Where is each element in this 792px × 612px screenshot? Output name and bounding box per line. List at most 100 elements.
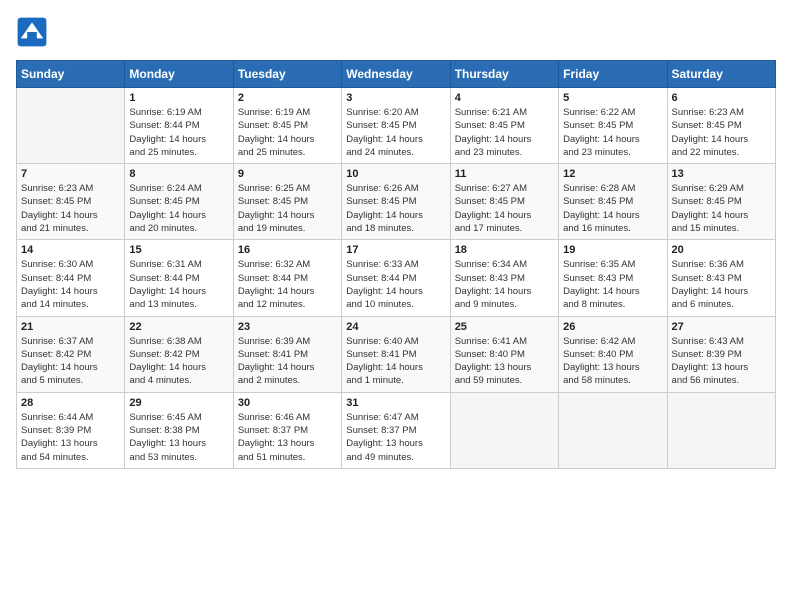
calendar-cell: 26 Sunrise: 6:42 AM Sunset: 8:40 PM Dayli… [559, 316, 667, 392]
day-number: 25 [455, 321, 554, 333]
day-number: 10 [346, 168, 445, 180]
day-number: 23 [238, 321, 337, 333]
day-info: Sunrise: 6:31 AM Sunset: 8:44 PM Dayligh… [129, 258, 228, 311]
day-info: Sunrise: 6:40 AM Sunset: 8:41 PM Dayligh… [346, 335, 445, 388]
day-info: Sunrise: 6:44 AM Sunset: 8:39 PM Dayligh… [21, 411, 120, 464]
calendar-body: 1 Sunrise: 6:19 AM Sunset: 8:44 PM Daylig… [17, 88, 776, 469]
calendar-cell: 4 Sunrise: 6:21 AM Sunset: 8:45 PM Daylig… [450, 88, 558, 164]
day-number: 1 [129, 92, 228, 104]
header-row: SundayMondayTuesdayWednesdayThursdayFrid… [17, 61, 776, 88]
calendar-cell: 24 Sunrise: 6:40 AM Sunset: 8:41 PM Dayli… [342, 316, 450, 392]
day-info: Sunrise: 6:19 AM Sunset: 8:44 PM Dayligh… [129, 106, 228, 159]
calendar-header: SundayMondayTuesdayWednesdayThursdayFrid… [17, 61, 776, 88]
header-cell-wednesday: Wednesday [342, 61, 450, 88]
day-info: Sunrise: 6:21 AM Sunset: 8:45 PM Dayligh… [455, 106, 554, 159]
calendar-cell: 20 Sunrise: 6:36 AM Sunset: 8:43 PM Dayli… [667, 240, 775, 316]
header-cell-sunday: Sunday [17, 61, 125, 88]
day-number: 4 [455, 92, 554, 104]
day-info: Sunrise: 6:25 AM Sunset: 8:45 PM Dayligh… [238, 182, 337, 235]
day-number: 18 [455, 244, 554, 256]
day-number: 29 [129, 397, 228, 409]
day-info: Sunrise: 6:23 AM Sunset: 8:45 PM Dayligh… [21, 182, 120, 235]
day-info: Sunrise: 6:38 AM Sunset: 8:42 PM Dayligh… [129, 335, 228, 388]
day-info: Sunrise: 6:20 AM Sunset: 8:45 PM Dayligh… [346, 106, 445, 159]
calendar-cell: 12 Sunrise: 6:28 AM Sunset: 8:45 PM Dayli… [559, 164, 667, 240]
page-header [16, 16, 776, 48]
day-info: Sunrise: 6:26 AM Sunset: 8:45 PM Dayligh… [346, 182, 445, 235]
calendar-cell [450, 392, 558, 468]
calendar-cell: 29 Sunrise: 6:45 AM Sunset: 8:38 PM Dayli… [125, 392, 233, 468]
calendar-cell: 9 Sunrise: 6:25 AM Sunset: 8:45 PM Daylig… [233, 164, 341, 240]
day-number: 14 [21, 244, 120, 256]
day-number: 3 [346, 92, 445, 104]
calendar-cell: 25 Sunrise: 6:41 AM Sunset: 8:40 PM Dayli… [450, 316, 558, 392]
calendar-cell: 27Sunrise: 6:43 AM Sunset: 8:39 PM Dayli… [667, 316, 775, 392]
day-info: Sunrise: 6:22 AM Sunset: 8:45 PM Dayligh… [563, 106, 662, 159]
day-number: 19 [563, 244, 662, 256]
day-number: 24 [346, 321, 445, 333]
day-number: 9 [238, 168, 337, 180]
header-cell-thursday: Thursday [450, 61, 558, 88]
calendar-week-2: 7 Sunrise: 6:23 AM Sunset: 8:45 PM Daylig… [17, 164, 776, 240]
calendar-cell: 17 Sunrise: 6:33 AM Sunset: 8:44 PM Dayli… [342, 240, 450, 316]
calendar-cell: 1 Sunrise: 6:19 AM Sunset: 8:44 PM Daylig… [125, 88, 233, 164]
day-info: Sunrise: 6:28 AM Sunset: 8:45 PM Dayligh… [563, 182, 662, 235]
calendar-week-3: 14 Sunrise: 6:30 AM Sunset: 8:44 PM Dayli… [17, 240, 776, 316]
day-number: 15 [129, 244, 228, 256]
day-number: 26 [563, 321, 662, 333]
day-info: Sunrise: 6:47 AM Sunset: 8:37 PM Dayligh… [346, 411, 445, 464]
day-number: 11 [455, 168, 554, 180]
calendar-cell: 22Sunrise: 6:38 AM Sunset: 8:42 PM Dayli… [125, 316, 233, 392]
calendar-cell: 15 Sunrise: 6:31 AM Sunset: 8:44 PM Dayli… [125, 240, 233, 316]
day-info: Sunrise: 6:45 AM Sunset: 8:38 PM Dayligh… [129, 411, 228, 464]
day-number: 6 [672, 92, 771, 104]
day-info: Sunrise: 6:36 AM Sunset: 8:43 PM Dayligh… [672, 258, 771, 311]
calendar-cell: 13 Sunrise: 6:29 AM Sunset: 8:45 PM Dayli… [667, 164, 775, 240]
calendar-cell: 19Sunrise: 6:35 AM Sunset: 8:43 PM Dayli… [559, 240, 667, 316]
day-number: 30 [238, 397, 337, 409]
day-number: 31 [346, 397, 445, 409]
day-number: 21 [21, 321, 120, 333]
day-info: Sunrise: 6:27 AM Sunset: 8:45 PM Dayligh… [455, 182, 554, 235]
calendar-cell: 21 Sunrise: 6:37 AM Sunset: 8:42 PM Dayli… [17, 316, 125, 392]
calendar-week-1: 1 Sunrise: 6:19 AM Sunset: 8:44 PM Daylig… [17, 88, 776, 164]
day-info: Sunrise: 6:33 AM Sunset: 8:44 PM Dayligh… [346, 258, 445, 311]
day-number: 28 [21, 397, 120, 409]
day-info: Sunrise: 6:46 AM Sunset: 8:37 PM Dayligh… [238, 411, 337, 464]
day-info: Sunrise: 6:41 AM Sunset: 8:40 PM Dayligh… [455, 335, 554, 388]
calendar-cell [559, 392, 667, 468]
calendar-cell: 28 Sunrise: 6:44 AM Sunset: 8:39 PM Dayli… [17, 392, 125, 468]
calendar-cell: 31 Sunrise: 6:47 AM Sunset: 8:37 PM Dayli… [342, 392, 450, 468]
day-number: 12 [563, 168, 662, 180]
day-info: Sunrise: 6:39 AM Sunset: 8:41 PM Dayligh… [238, 335, 337, 388]
calendar-cell: 11 Sunrise: 6:27 AM Sunset: 8:45 PM Dayli… [450, 164, 558, 240]
calendar-cell [667, 392, 775, 468]
day-number: 13 [672, 168, 771, 180]
day-info: Sunrise: 6:24 AM Sunset: 8:45 PM Dayligh… [129, 182, 228, 235]
day-number: 7 [21, 168, 120, 180]
calendar-cell: 6Sunrise: 6:23 AM Sunset: 8:45 PM Daylig… [667, 88, 775, 164]
day-number: 20 [672, 244, 771, 256]
calendar-cell: 14 Sunrise: 6:30 AM Sunset: 8:44 PM Dayli… [17, 240, 125, 316]
calendar-cell: 5 Sunrise: 6:22 AM Sunset: 8:45 PM Daylig… [559, 88, 667, 164]
calendar-cell: 10 Sunrise: 6:26 AM Sunset: 8:45 PM Dayli… [342, 164, 450, 240]
day-info: Sunrise: 6:42 AM Sunset: 8:40 PM Dayligh… [563, 335, 662, 388]
day-info: Sunrise: 6:19 AM Sunset: 8:45 PM Dayligh… [238, 106, 337, 159]
calendar-cell: 18Sunrise: 6:34 AM Sunset: 8:43 PM Dayli… [450, 240, 558, 316]
calendar-week-5: 28 Sunrise: 6:44 AM Sunset: 8:39 PM Dayli… [17, 392, 776, 468]
day-number: 5 [563, 92, 662, 104]
calendar-cell: 2 Sunrise: 6:19 AM Sunset: 8:45 PM Daylig… [233, 88, 341, 164]
day-number: 16 [238, 244, 337, 256]
day-info: Sunrise: 6:30 AM Sunset: 8:44 PM Dayligh… [21, 258, 120, 311]
day-number: 17 [346, 244, 445, 256]
calendar-cell [17, 88, 125, 164]
day-number: 2 [238, 92, 337, 104]
day-info: Sunrise: 6:37 AM Sunset: 8:42 PM Dayligh… [21, 335, 120, 388]
day-info: Sunrise: 6:29 AM Sunset: 8:45 PM Dayligh… [672, 182, 771, 235]
day-info: Sunrise: 6:32 AM Sunset: 8:44 PM Dayligh… [238, 258, 337, 311]
calendar-cell: 7 Sunrise: 6:23 AM Sunset: 8:45 PM Daylig… [17, 164, 125, 240]
calendar-cell: 3 Sunrise: 6:20 AM Sunset: 8:45 PM Daylig… [342, 88, 450, 164]
day-info: Sunrise: 6:43 AM Sunset: 8:39 PM Dayligh… [672, 335, 771, 388]
header-cell-friday: Friday [559, 61, 667, 88]
calendar-cell: 23 Sunrise: 6:39 AM Sunset: 8:41 PM Dayli… [233, 316, 341, 392]
